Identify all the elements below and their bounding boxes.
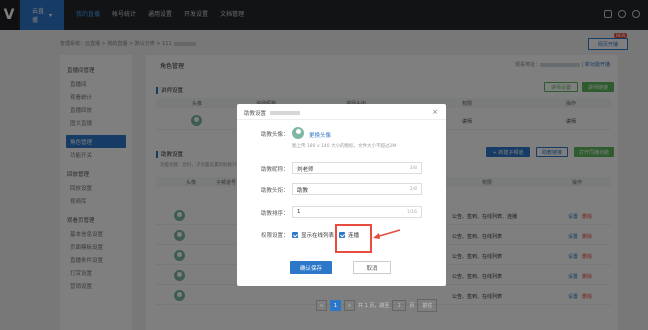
- nickname-row: 助教昵称： 刘老师 3/8: [237, 162, 446, 174]
- avatar-label: 助教头像：: [261, 132, 289, 138]
- assistant-settings-dialog: 助教设置 × 助教头像： 更换头像 图上传 180 x 140 大小的图标，文件…: [237, 104, 446, 286]
- order-label: 助教排序：: [261, 211, 289, 217]
- prev-page-button[interactable]: <: [316, 300, 327, 311]
- cancel-button[interactable]: 取消: [353, 261, 391, 274]
- change-avatar-link[interactable]: 更换头像: [309, 131, 331, 139]
- order-row: 助教排序： 1 1/16: [237, 206, 446, 218]
- confirm-save-button[interactable]: 确认保存: [290, 261, 332, 274]
- highlight-box: [335, 224, 372, 253]
- go-button[interactable]: 前往: [417, 299, 438, 312]
- nickname-count: 3/8: [409, 166, 417, 171]
- page-1-button[interactable]: 1: [330, 300, 341, 311]
- nickname-value: 刘老师: [297, 167, 314, 173]
- perm-label: 权限设置：: [261, 233, 289, 239]
- nickname-label: 助教昵称：: [261, 167, 289, 173]
- title-row: 助教头衔： 助教 2/8: [237, 183, 446, 195]
- perm-online-list-label: 显示在线列表: [301, 233, 335, 239]
- pager-total: 共 1 页，跳至: [358, 303, 390, 309]
- page-jump-input[interactable]: 1: [392, 300, 407, 311]
- order-input[interactable]: 1 1/16: [292, 206, 422, 218]
- title-label: 助教头衔：: [261, 188, 289, 194]
- title-input[interactable]: 助教 2/8: [292, 183, 422, 195]
- dialog-header: 助教设置 ×: [237, 104, 446, 120]
- pager-unit: 页: [409, 303, 415, 309]
- checkbox-checked-icon: [292, 232, 298, 238]
- blurred-text: [269, 111, 300, 115]
- next-page-button[interactable]: >: [344, 300, 355, 311]
- close-icon[interactable]: ×: [432, 108, 438, 116]
- nickname-input[interactable]: 刘老师 3/8: [292, 162, 422, 174]
- avatar-hint: 图上传 180 x 140 大小的图标，文件大小不超过2M: [292, 144, 397, 149]
- title-value: 助教: [297, 188, 309, 194]
- perm-online-list-checkbox[interactable]: 显示在线列表: [292, 231, 334, 239]
- annotation-arrow-icon: [373, 229, 401, 239]
- order-value: 1: [297, 209, 301, 215]
- assistant-avatar: [292, 127, 304, 139]
- dialog-title: 助教设置: [244, 111, 267, 117]
- pagination: < 1 > 共 1 页，跳至 1 页 前往: [316, 299, 438, 312]
- title-count: 2/8: [409, 187, 417, 192]
- order-count: 1/16: [406, 210, 417, 215]
